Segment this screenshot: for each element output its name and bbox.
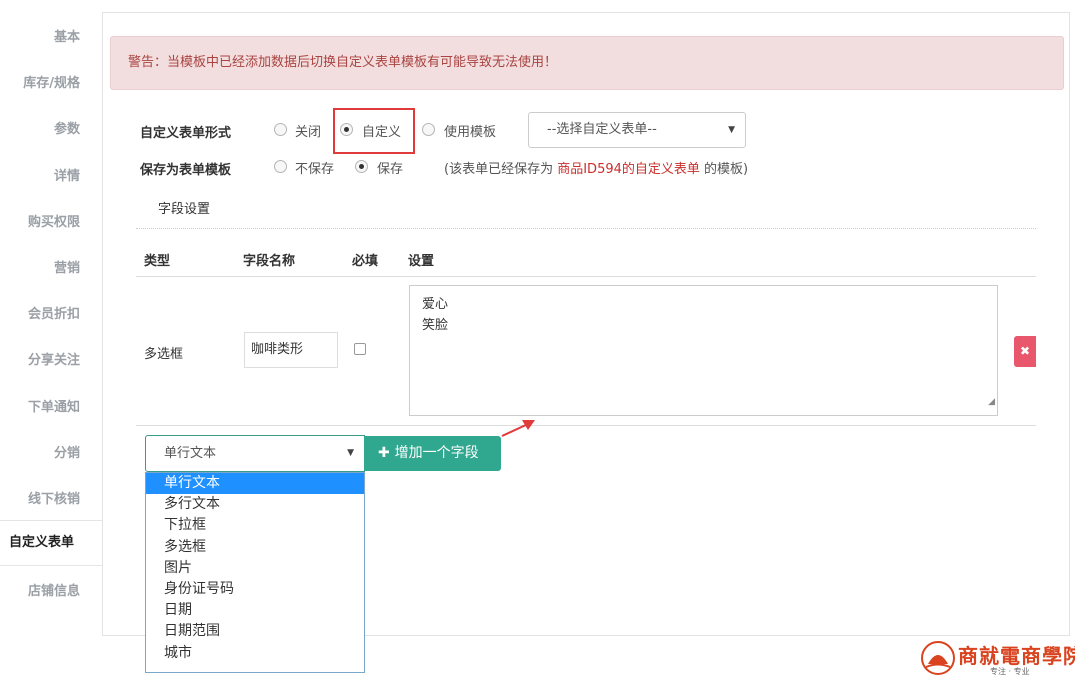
- dropdown-option[interactable]: 多选框: [146, 537, 364, 558]
- field-name-input[interactable]: 咖啡类形: [244, 332, 338, 368]
- watermark-logo: 商就電商學院 专注 · 专业: [920, 638, 1075, 680]
- field-type-select-value: 单行文本: [164, 446, 217, 461]
- header-type: 类型: [144, 254, 171, 269]
- divider: [136, 425, 1036, 426]
- row-type: 多选框: [144, 347, 184, 362]
- sidebar-item-stock[interactable]: 库存/规格: [23, 72, 80, 91]
- settings-textarea[interactable]: 爱心 笑脸 ◢: [409, 285, 998, 416]
- close-icon: ✖: [1019, 344, 1031, 358]
- delete-field-button[interactable]: ✖: [1014, 336, 1036, 367]
- template-select[interactable]: --选择自定义表单-- ▼: [528, 112, 746, 148]
- sidebar-item-order-notify[interactable]: 下单通知: [28, 396, 80, 415]
- annotation-arrow-icon: [501, 420, 535, 437]
- settings-option: 笑脸: [422, 318, 449, 333]
- radio-use-template[interactable]: [422, 123, 435, 136]
- sidebar-item-custom-form[interactable]: 自定义表单: [0, 520, 103, 566]
- add-field-button-label: 增加一个字段: [394, 445, 479, 461]
- save-template-note: (该表单已经保存为 商品ID594的自定义表单 的模板): [444, 158, 748, 177]
- header-field-name: 字段名称: [243, 254, 296, 269]
- required-checkbox[interactable]: [354, 343, 366, 355]
- caret-down-icon: ▼: [728, 125, 735, 135]
- highlight-annotation-box: [333, 108, 415, 154]
- sidebar-item-store-info[interactable]: 店铺信息: [28, 580, 80, 599]
- sidebar-item-distribution[interactable]: 分销: [54, 442, 80, 461]
- divider: [136, 228, 1036, 229]
- resize-handle-icon[interactable]: ◢: [988, 392, 995, 413]
- form-mode-label: 自定义表单形式: [140, 126, 232, 141]
- template-select-value: --选择自定义表单--: [547, 122, 657, 137]
- dropdown-option[interactable]: 图片: [146, 558, 364, 579]
- dropdown-option[interactable]: 日期: [146, 600, 364, 621]
- dropdown-option[interactable]: 日期范围: [146, 621, 364, 642]
- sidebar-item-params[interactable]: 参数: [54, 118, 80, 137]
- field-type-dropdown: 单行文本 多行文本 下拉框 多选框 图片 身份证号码 日期 日期范围 城市: [145, 472, 365, 673]
- radio-off-label: 关闭: [295, 125, 322, 140]
- plus-icon: ✚: [378, 445, 395, 461]
- note-suffix: 的模板): [699, 162, 749, 177]
- sidebar-item-basic[interactable]: 基本: [54, 26, 80, 45]
- sidebar-item-offline-verify[interactable]: 线下核销: [28, 488, 80, 507]
- sidebar: 基本 库存/规格 参数 详情 购买权限 营销 会员折扣 分享关注 下单通知 分销…: [0, 0, 103, 684]
- sidebar-item-share-follow[interactable]: 分享关注: [28, 349, 80, 368]
- radio-off[interactable]: [274, 123, 287, 136]
- logo-subtitle: 专注 · 专业: [990, 667, 1030, 676]
- radio-no-save-label: 不保存: [295, 162, 335, 177]
- sidebar-item-member-discount[interactable]: 会员折扣: [28, 303, 80, 322]
- tab-field-settings[interactable]: 字段设置: [158, 198, 210, 217]
- radio-use-template-label: 使用模板: [444, 125, 497, 140]
- radio-no-save[interactable]: [274, 160, 287, 173]
- settings-option: 爱心: [422, 297, 449, 312]
- note-prefix: (该表单已经保存为: [444, 162, 558, 177]
- dropdown-option[interactable]: 身份证号码: [146, 579, 364, 600]
- header-settings: 设置: [408, 254, 435, 269]
- sidebar-item-purchase-permission[interactable]: 购买权限: [28, 211, 80, 230]
- dropdown-option[interactable]: 城市: [146, 643, 364, 664]
- radio-save-label: 保存: [377, 162, 404, 177]
- field-type-select[interactable]: 单行文本 ▼: [145, 435, 365, 472]
- header-required: 必填: [352, 254, 379, 269]
- warning-alert: 警告：当模板中已经添加数据后切换自定义表单模板有可能导致无法使用！: [110, 36, 1064, 90]
- sidebar-item-marketing[interactable]: 营销: [54, 257, 80, 276]
- dropdown-option[interactable]: 下拉框: [146, 515, 364, 536]
- logo-emblem-icon: [921, 641, 955, 675]
- caret-down-icon: ▼: [347, 448, 354, 458]
- save-template-label: 保存为表单模板: [140, 163, 232, 178]
- add-field-button[interactable]: ✚ 增加一个字段: [364, 436, 501, 471]
- sidebar-item-details[interactable]: 详情: [54, 165, 80, 184]
- saved-template-link[interactable]: 商品ID594的自定义表单: [557, 162, 700, 177]
- dropdown-option[interactable]: 单行文本: [146, 473, 364, 495]
- divider: [136, 276, 1036, 277]
- radio-save[interactable]: [355, 160, 368, 173]
- logo-title: 商就電商學院: [958, 644, 1075, 668]
- dropdown-option[interactable]: 多行文本: [146, 494, 364, 515]
